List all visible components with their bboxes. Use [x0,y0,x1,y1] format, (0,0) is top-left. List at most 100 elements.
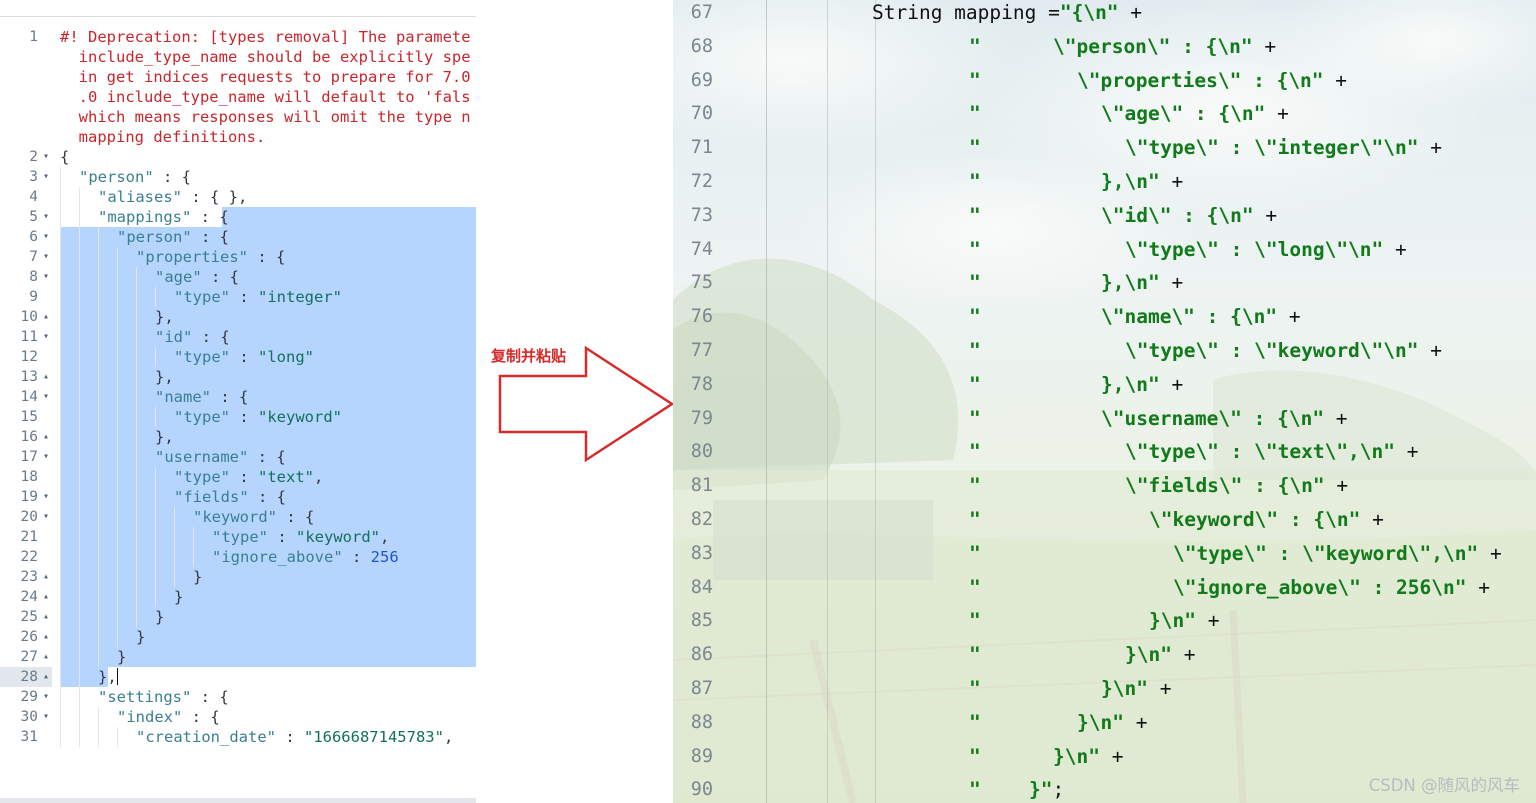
code-line[interactable]: 19 ▾ "fields" : { [0,487,476,507]
fold-close-icon[interactable]: ▴ [43,367,49,387]
fold-close-icon[interactable]: ▴ [43,667,49,687]
code-line[interactable]: 7 ▾ "properties" : { [0,247,476,267]
code-line[interactable]: 88 "}\n" + [673,706,1536,740]
code-line[interactable]: 68 " \"person\" : {\n" + [673,30,1536,64]
fold-open-icon[interactable]: ▾ [43,267,49,287]
fold-close-icon[interactable]: ▴ [43,307,49,327]
code-line[interactable]: 20 ▾ "keyword" : { [0,507,476,527]
indent-guide [117,607,136,627]
code-line[interactable]: 80 " \"type\" : \"text\",\n" + [673,435,1536,469]
code-line[interactable]: 31 "creation_date" : "1666687145783", [0,727,476,747]
code-line[interactable]: 2 ▾ { [0,147,476,167]
code-line[interactable]: 28 ▴}, [0,667,476,687]
code-text: "keyword" : { [60,507,314,527]
code-line[interactable]: 84 " \"ignore_above\" : 256\n" + [673,571,1536,605]
code-line[interactable]: 77 " \"type\" : \"keyword\"\n" + [673,334,1536,368]
fold-open-icon[interactable]: ▾ [43,327,49,347]
fold-open-icon[interactable]: ▾ [43,147,49,167]
code-text: #! Deprecation: [types removal] The para… [60,27,471,47]
code-line[interactable]: 30 ▾ "index" : { [0,707,476,727]
code-token: }, [155,368,174,386]
code-token: + [1265,102,1289,126]
code-line[interactable]: 75 "},\n" + [673,266,1536,300]
fold-open-icon[interactable]: ▾ [43,687,49,707]
fold-close-icon[interactable]: ▴ [43,627,49,647]
fold-open-icon[interactable]: ▾ [43,387,49,407]
fold-open-icon[interactable]: ▾ [43,447,49,467]
code-line[interactable]: 9 "type" : "integer" [0,287,476,307]
code-line[interactable]: 18 "type" : "text", [0,467,476,487]
code-line[interactable]: include_type_name should be explicitly s… [0,47,476,67]
code-line[interactable]: 23 ▴} [0,567,476,587]
code-line[interactable]: 72 "},\n" + [673,165,1536,199]
code-line[interactable]: 83 " \"type\" : \"keyword\",\n" + [673,537,1536,571]
code-line[interactable]: 15 "type" : "keyword" [0,407,476,427]
fold-open-icon[interactable]: ▾ [43,167,49,187]
code-line[interactable]: 24 ▴} [0,587,476,607]
fold-open-icon[interactable]: ▾ [43,227,49,247]
left-code-lines[interactable]: 1 #! Deprecation: [types removal] The par… [0,27,476,747]
fold-close-icon[interactable]: ▴ [43,647,49,667]
code-line[interactable]: 79 " \"username\" : {\n" + [673,402,1536,436]
code-line[interactable]: 29 ▾ "settings" : { [0,687,476,707]
code-token: : [230,408,258,426]
code-token: " [969,474,981,498]
code-line[interactable]: 73 " \"id\" : {\n" + [673,199,1536,233]
indent-guide [60,647,79,667]
fold-close-icon[interactable]: ▴ [43,427,49,447]
code-line[interactable]: 10 ▴}, [0,307,476,327]
fold-open-icon[interactable]: ▾ [43,707,49,727]
code-line[interactable]: 70 " \"age\" : {\n" + [673,97,1536,131]
code-line[interactable]: .0 include_type_name will default to 'fa… [0,87,476,107]
code-line[interactable]: 14 ▾ "name" : { [0,387,476,407]
code-line[interactable]: 89 "}\n" + [673,740,1536,774]
code-line[interactable]: 86 "}\n" + [673,638,1536,672]
code-line[interactable]: which means responses will omit the type… [0,107,476,127]
line-number: 86 [690,644,713,666]
fold-close-icon[interactable]: ▴ [43,567,49,587]
code-token: " [969,203,981,227]
fold-close-icon[interactable]: ▴ [43,607,49,627]
fold-open-icon[interactable]: ▾ [43,487,49,507]
fold-open-icon[interactable]: ▾ [43,507,49,527]
code-line[interactable]: 16 ▴}, [0,427,476,447]
code-line[interactable]: 11 ▾ "id" : { [0,327,476,347]
code-line[interactable]: 12 "type" : "long" [0,347,476,367]
fold-close-icon[interactable]: ▴ [43,587,49,607]
fold-open-icon[interactable]: ▾ [43,207,49,227]
code-line[interactable]: in get indices requests to prepare for 7… [0,67,476,87]
horizontal-scrollbar[interactable] [0,798,476,803]
code-line[interactable]: 1 #! Deprecation: [types removal] The par… [0,27,476,47]
right-code-lines[interactable]: 67 String mapping ="{\n" +68 " \"person\" :… [673,0,1536,803]
code-line[interactable]: 26 ▴} [0,627,476,647]
code-line[interactable]: 21 "type" : "keyword", [0,527,476,547]
code-line[interactable]: 6 ▾ "person" : { [0,227,476,247]
code-line[interactable]: 13 ▴}, [0,367,476,387]
code-text: } [60,567,202,587]
code-line[interactable]: 67 String mapping ="{\n" + [673,0,1536,30]
code-line[interactable]: 3 ▾ "person" : { [0,167,476,187]
code-line[interactable]: mapping definitions. [0,127,476,147]
fold-open-icon[interactable]: ▾ [43,247,49,267]
code-line[interactable]: 85 "}\n" + [673,604,1536,638]
code-line[interactable]: 22 "ignore_above" : 256 [0,547,476,567]
code-line[interactable]: 25 ▴} [0,607,476,627]
code-line[interactable]: 69 " \"properties\" : {\n" + [673,64,1536,98]
code-line[interactable]: 17 ▾ "username" : { [0,447,476,467]
code-line[interactable]: 5 ▾ "mappings" : { [0,207,476,227]
right-ide-editor[interactable]: 67 String mapping ="{\n" +68 " \"person\" :… [673,0,1536,803]
code-line[interactable]: 4 "aliases" : { }, [0,187,476,207]
code-line[interactable]: 87 "}\n" + [673,672,1536,706]
code-line[interactable]: 71 " \"type\" : \"integer\"\n" + [673,131,1536,165]
code-text: }, [60,427,174,447]
indent-guide [98,527,117,547]
code-line[interactable]: 81 " \"fields\" : {\n" + [673,469,1536,503]
code-line[interactable]: 78 "},\n" + [673,368,1536,402]
code-line[interactable]: 8 ▾ "age" : { [0,267,476,287]
indent-guide [60,607,79,627]
code-line[interactable]: 74 " \"type\" : \"long\"\n" + [673,233,1536,267]
code-line[interactable]: 82 " \"keyword\" : {\n" + [673,503,1536,537]
code-line[interactable]: 27 ▴} [0,647,476,667]
code-line[interactable]: 76 " \"name\" : {\n" + [673,300,1536,334]
left-console-editor[interactable]: 1 #! Deprecation: [types removal] The par… [0,0,476,752]
